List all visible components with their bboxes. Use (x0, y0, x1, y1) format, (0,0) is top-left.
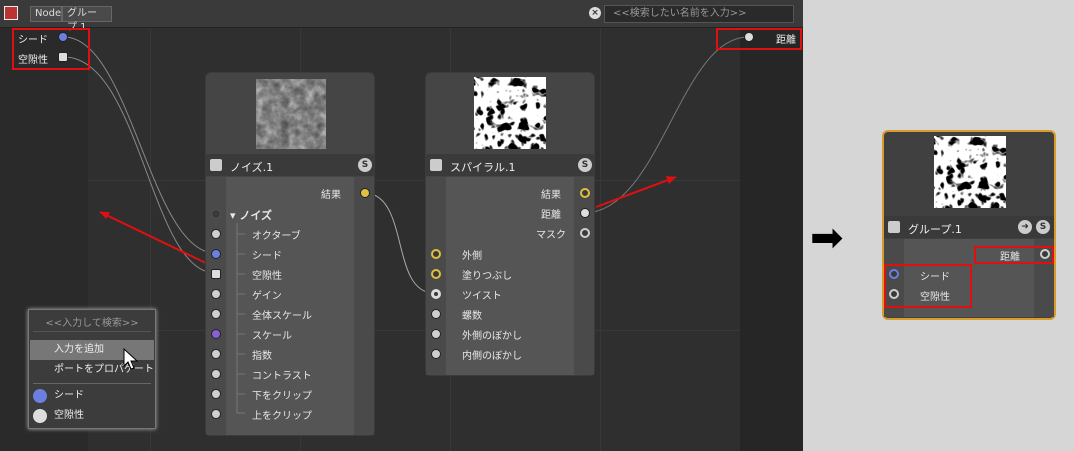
param-port[interactable] (211, 409, 221, 419)
spiral-node[interactable]: スパイラル.1 S 結果 距離 マスク 外側 塗りつぶし ツイスト 螺数 外側の… (425, 72, 595, 376)
highlight-box (12, 28, 90, 70)
output-result-label: 結果 (541, 190, 561, 201)
param-contrast: コントラスト (252, 371, 312, 382)
highlight-box (716, 28, 802, 50)
param-outside: 外側 (462, 251, 482, 262)
noise-preview-image (256, 79, 326, 149)
tree-lines (236, 223, 245, 414)
section-port (211, 209, 221, 219)
param-port[interactable] (211, 229, 221, 239)
param-port[interactable] (431, 289, 441, 299)
param-seed: シード (252, 251, 282, 262)
param-port[interactable] (211, 349, 221, 359)
param-porosity: 空隙性 (252, 271, 282, 282)
param-gain: ゲイン (252, 291, 282, 302)
node-type-icon (888, 221, 900, 233)
param-global-scale: 全体スケール (252, 311, 312, 322)
param-port[interactable] (431, 249, 441, 259)
highlight-box (884, 264, 972, 308)
param-turns: 螺数 (462, 311, 482, 322)
param-octave: オクターブ (252, 231, 301, 242)
param-port[interactable] (211, 289, 221, 299)
param-clip-low: 下をクリップ (252, 391, 312, 402)
noise-node[interactable]: ノイズ.1 S 結果 ▾ ノイズ オクターブ シード 空隙性 ゲイン 全体スケー… (205, 72, 375, 436)
param-port[interactable] (431, 329, 441, 339)
output-mask-label: マスク (536, 230, 566, 241)
context-menu[interactable]: <<入力して検索>> 入力を追加 ポートをプロパゲート シード 空隙性 (28, 309, 156, 429)
menu-item-seed[interactable]: シード (30, 386, 154, 406)
param-port[interactable] (211, 269, 221, 279)
menu-search-input[interactable]: <<入力して検索>> (33, 316, 151, 332)
param-port[interactable] (431, 309, 441, 319)
param-port[interactable] (211, 389, 221, 399)
param-port[interactable] (431, 269, 441, 279)
arrow-right-icon: ➡ (810, 215, 844, 261)
group-preview-image (934, 136, 1006, 208)
param-exponent: 指数 (252, 351, 272, 362)
output-result-port[interactable] (360, 188, 370, 198)
menu-separator (33, 383, 151, 384)
menu-item-porosity[interactable]: 空隙性 (30, 406, 154, 426)
output-distance-label: 距離 (541, 210, 561, 221)
param-port[interactable] (211, 369, 221, 379)
port-gutter (574, 177, 594, 375)
solo-icon[interactable]: S (358, 158, 372, 172)
output-distance-port[interactable] (580, 208, 590, 218)
node-type-icon (430, 159, 442, 171)
node-type-icon (210, 159, 222, 171)
node-title: スパイラル.1 (450, 161, 516, 174)
port-gutter (354, 177, 374, 435)
param-port[interactable] (211, 329, 221, 339)
param-port[interactable] (211, 249, 221, 259)
solo-icon[interactable]: S (578, 158, 592, 172)
solo-icon[interactable]: S (1036, 220, 1050, 234)
spiral-preview-image (474, 77, 546, 149)
param-port[interactable] (431, 349, 441, 359)
param-fill: 塗りつぶし (462, 271, 513, 282)
param-port[interactable] (211, 309, 221, 319)
param-inner-blur: 内側のぼかし (462, 351, 522, 362)
output-mask-port[interactable] (580, 228, 590, 238)
enter-group-icon[interactable]: ➜ (1018, 220, 1032, 234)
param-clip-high: 上をクリップ (252, 411, 312, 422)
param-outer-blur: 外側のぼかし (462, 331, 522, 342)
output-result-port[interactable] (580, 188, 590, 198)
node-title: ノイズ.1 (230, 161, 274, 174)
mouse-cursor-icon (123, 348, 139, 370)
param-scale: スケール (252, 331, 292, 342)
output-result-label: 結果 (321, 190, 341, 201)
section-noise-label[interactable]: ▾ ノイズ (230, 207, 272, 223)
highlight-box (974, 246, 1054, 264)
node-title: グループ.1 (908, 223, 962, 236)
param-twist: ツイスト (462, 291, 502, 302)
node-editor[interactable]: Node グループ.1 × <<検索したい名前を入力>> シード 空隙性 距離 … (0, 0, 803, 451)
